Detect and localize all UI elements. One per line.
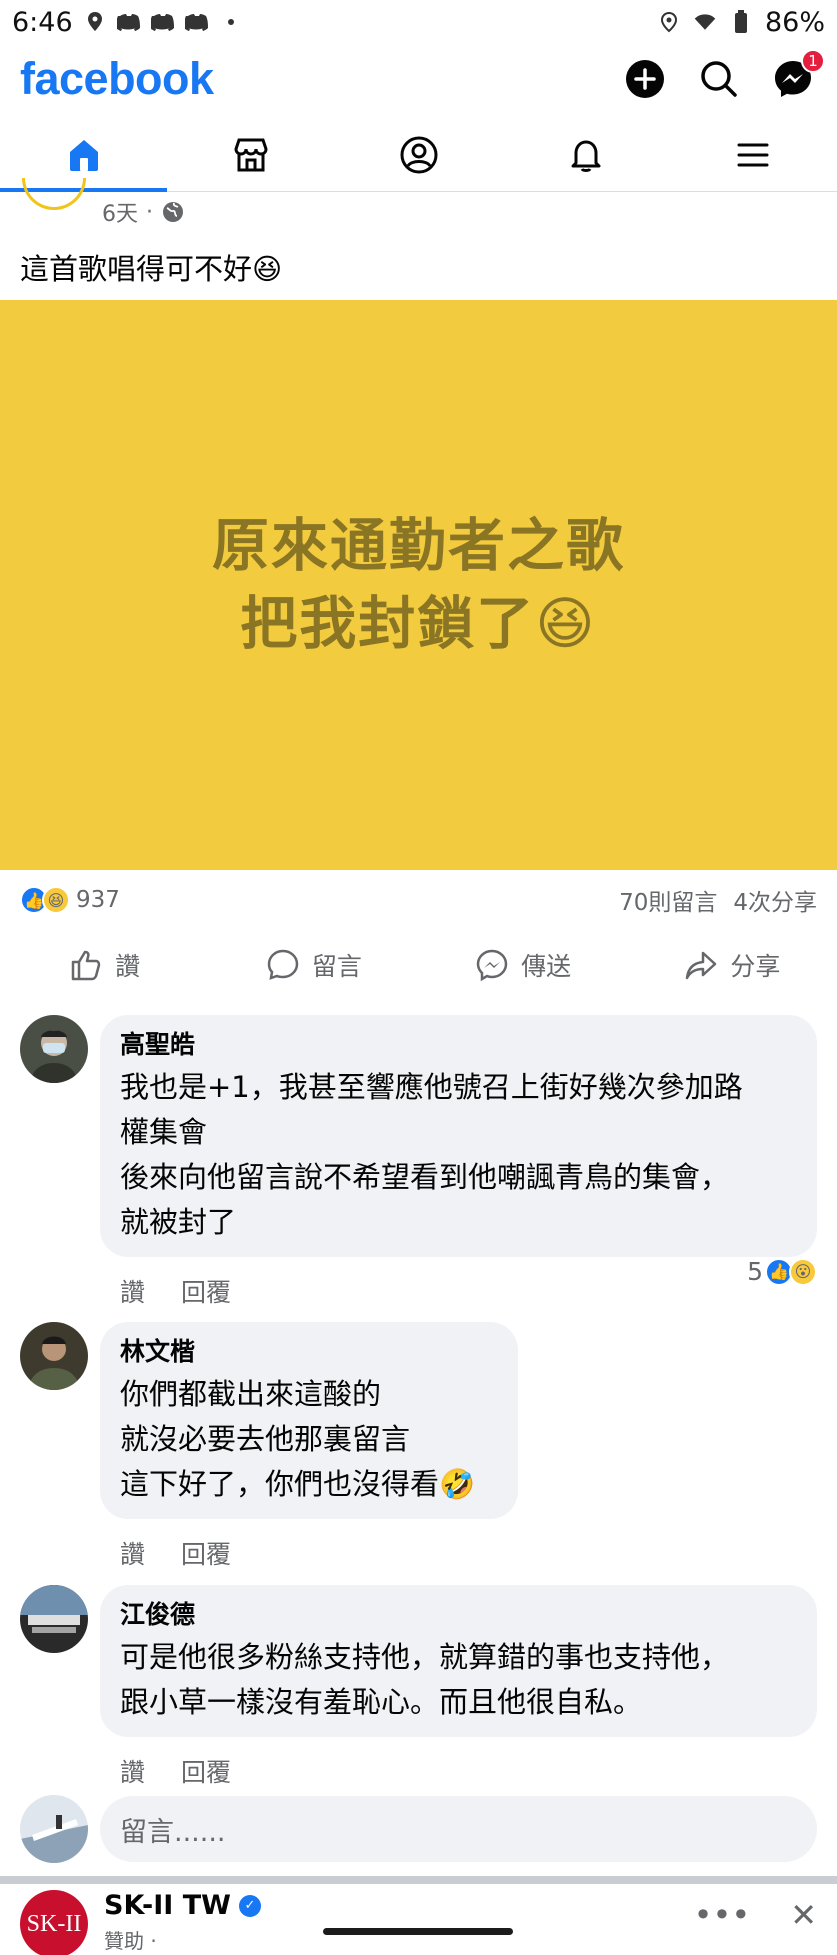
sponsored-label: 贊助 · (104, 1929, 157, 1953)
globe-icon (163, 202, 183, 222)
hamburger-menu-icon (737, 143, 769, 166)
verified-badge-icon: ✓ (238, 1894, 261, 1917)
reaction-count[interactable]: 937 (76, 887, 120, 913)
discord-icon (184, 10, 209, 34)
comment-text-line: 權集會 (120, 1115, 208, 1149)
comment-bubble[interactable]: 林文楷 你們都截出來這酸的 就沒必要去他那裏留言 這下好了，你們也沒得看🤣 (100, 1322, 518, 1519)
haha-reaction-icon: 😆 (42, 886, 70, 914)
close-icon[interactable]: ✕ (790, 1896, 817, 1934)
comment-avatar[interactable] (20, 1322, 88, 1390)
sponsored-post-header: SK-II SK-II TW ✓ 贊助 · ••• ✕ (20, 1890, 817, 1955)
comment-label: 留言 (311, 952, 362, 981)
app-header: facebook 1 (0, 44, 837, 114)
home-indicator[interactable] (323, 1928, 513, 1935)
comment-bubble[interactable]: 高聖皓 我也是+1，我甚至響應他號召上街好幾次參加路 權集會 後來向他留言說不希… (100, 1015, 817, 1257)
battery-percent: 86% (764, 6, 825, 38)
home-icon (69, 139, 98, 171)
comment-reply-button[interactable]: 回覆 (181, 1535, 231, 1571)
comment-button[interactable]: 留言 (209, 935, 418, 995)
wifi-icon (693, 10, 717, 34)
advertiser-name[interactable]: SK-II TW (104, 1890, 231, 1921)
discord-icon (116, 10, 141, 34)
messenger-send-icon (476, 949, 508, 982)
status-bar: 6:46 86% (0, 0, 837, 44)
post-image[interactable]: 原來通勤者之歌 把我封鎖了😆 (0, 300, 837, 870)
comment-text-line: 可是他很多粉絲支持他，就算錯的事也支持他， (120, 1640, 730, 1674)
comment-icon (267, 949, 299, 980)
comment-like-button[interactable]: 讚 (120, 1753, 145, 1789)
facebook-logo[interactable]: facebook (20, 53, 214, 105)
post-image-line-1: 原來通勤者之歌 (212, 513, 625, 579)
battery-icon (729, 10, 753, 34)
status-time: 6:46 (12, 6, 73, 38)
marketplace-icon (234, 138, 268, 171)
comment-text-line: 就沒必要去他那裏留言 (120, 1422, 411, 1456)
post-text: 這首歌唱得可不好😆 (20, 252, 283, 286)
comment-avatar[interactable] (20, 1585, 88, 1653)
tab-bar (0, 118, 837, 192)
comment-item: 林文楷 你們都截出來這酸的 就沒必要去他那裏留言 這下好了，你們也沒得看🤣 讚 … (20, 1322, 518, 1571)
tab-marketplace[interactable] (167, 118, 334, 191)
more-options-icon[interactable]: ••• (694, 1896, 751, 1934)
commenter-name[interactable]: 高聖皓 (120, 1025, 797, 1061)
comment-bubble[interactable]: 江俊德 可是他很多粉絲支持他，就算錯的事也支持他， 跟小草一樣沒有羞恥心。而且他… (100, 1585, 817, 1737)
location-icon (83, 10, 107, 34)
bell-icon (571, 140, 601, 172)
search-icon (701, 61, 737, 97)
comment-reply-button[interactable]: 回覆 (181, 1753, 231, 1789)
comment-text-line: 這下好了，你們也沒得看🤣 (120, 1467, 476, 1501)
comment-reaction-count: 5 (747, 1257, 763, 1286)
shares-count[interactable]: 4次分享 (733, 883, 817, 917)
comment-item: 江俊德 可是他很多粉絲支持他，就算錯的事也支持他， 跟小草一樣沒有羞恥心。而且他… (20, 1585, 817, 1789)
wow-reaction-icon: 😮 (789, 1257, 817, 1286)
post-author-avatar[interactable] (22, 178, 86, 210)
comment-like-button[interactable]: 讚 (120, 1273, 145, 1309)
tab-profile[interactable] (335, 118, 502, 191)
post-actions: 讚 留言 傳送 分享 (0, 935, 837, 995)
like-label: 讚 (115, 952, 141, 981)
post-image-line-2: 把我封鎖了😆 (240, 591, 597, 657)
write-comment-row: 留言...... (20, 1795, 817, 1863)
tab-notifications[interactable] (502, 118, 669, 191)
current-user-avatar[interactable] (20, 1795, 88, 1863)
meta-dot: · (146, 199, 153, 225)
share-icon (686, 951, 717, 980)
comment-reply-button[interactable]: 回覆 (181, 1273, 231, 1309)
comments-count[interactable]: 70則留言 (619, 883, 717, 917)
create-button[interactable] (621, 55, 669, 103)
location-outline-icon (657, 10, 681, 34)
comment-reactions[interactable]: 5 👍 😮 (747, 1257, 817, 1286)
commenter-name[interactable]: 江俊德 (120, 1595, 797, 1631)
discord-icon (150, 10, 175, 34)
post-time[interactable]: 6天 (102, 196, 138, 228)
tab-menu[interactable] (670, 118, 837, 191)
feed-separator (0, 1876, 837, 1884)
comment-avatar[interactable] (20, 1015, 88, 1083)
plus-icon (626, 60, 664, 98)
reaction-icons[interactable]: 👍 😆 (20, 886, 70, 914)
comment-input[interactable]: 留言...... (100, 1796, 817, 1862)
share-button[interactable]: 分享 (628, 935, 837, 995)
post-meta: 6天 · (102, 196, 185, 228)
messenger-badge: 1 (801, 49, 825, 73)
profile-icon (400, 136, 438, 173)
comment-text-line: 後來向他留言說不希望看到他嘲諷青鳥的集會， (120, 1160, 730, 1194)
thumbs-up-icon (71, 950, 101, 981)
search-button[interactable] (695, 55, 743, 103)
send-label: 傳送 (521, 952, 572, 981)
comment-text-line: 就被封了 (120, 1205, 237, 1239)
comment-text-line: 你們都截出來這酸的 (120, 1377, 382, 1411)
comment-text-line: 跟小草一樣沒有羞恥心。而且他很自私。 (120, 1685, 643, 1719)
share-label: 分享 (730, 952, 781, 981)
comment-item: 高聖皓 我也是+1，我甚至響應他號召上街好幾次參加路 權集會 後來向他留言說不希… (20, 1015, 817, 1309)
send-button[interactable]: 傳送 (419, 935, 628, 995)
comment-text-line: 我也是+1，我甚至響應他號召上街好幾次參加路 (120, 1070, 743, 1104)
more-dot-icon (219, 10, 243, 34)
advertiser-avatar[interactable]: SK-II (20, 1890, 88, 1955)
comment-like-button[interactable]: 讚 (120, 1535, 145, 1571)
commenter-name[interactable]: 林文楷 (120, 1332, 498, 1368)
like-button[interactable]: 讚 (0, 935, 209, 995)
messenger-button[interactable]: 1 (769, 49, 825, 103)
reactions-summary: 👍 😆 937 70則留言 4次分享 (20, 880, 817, 920)
